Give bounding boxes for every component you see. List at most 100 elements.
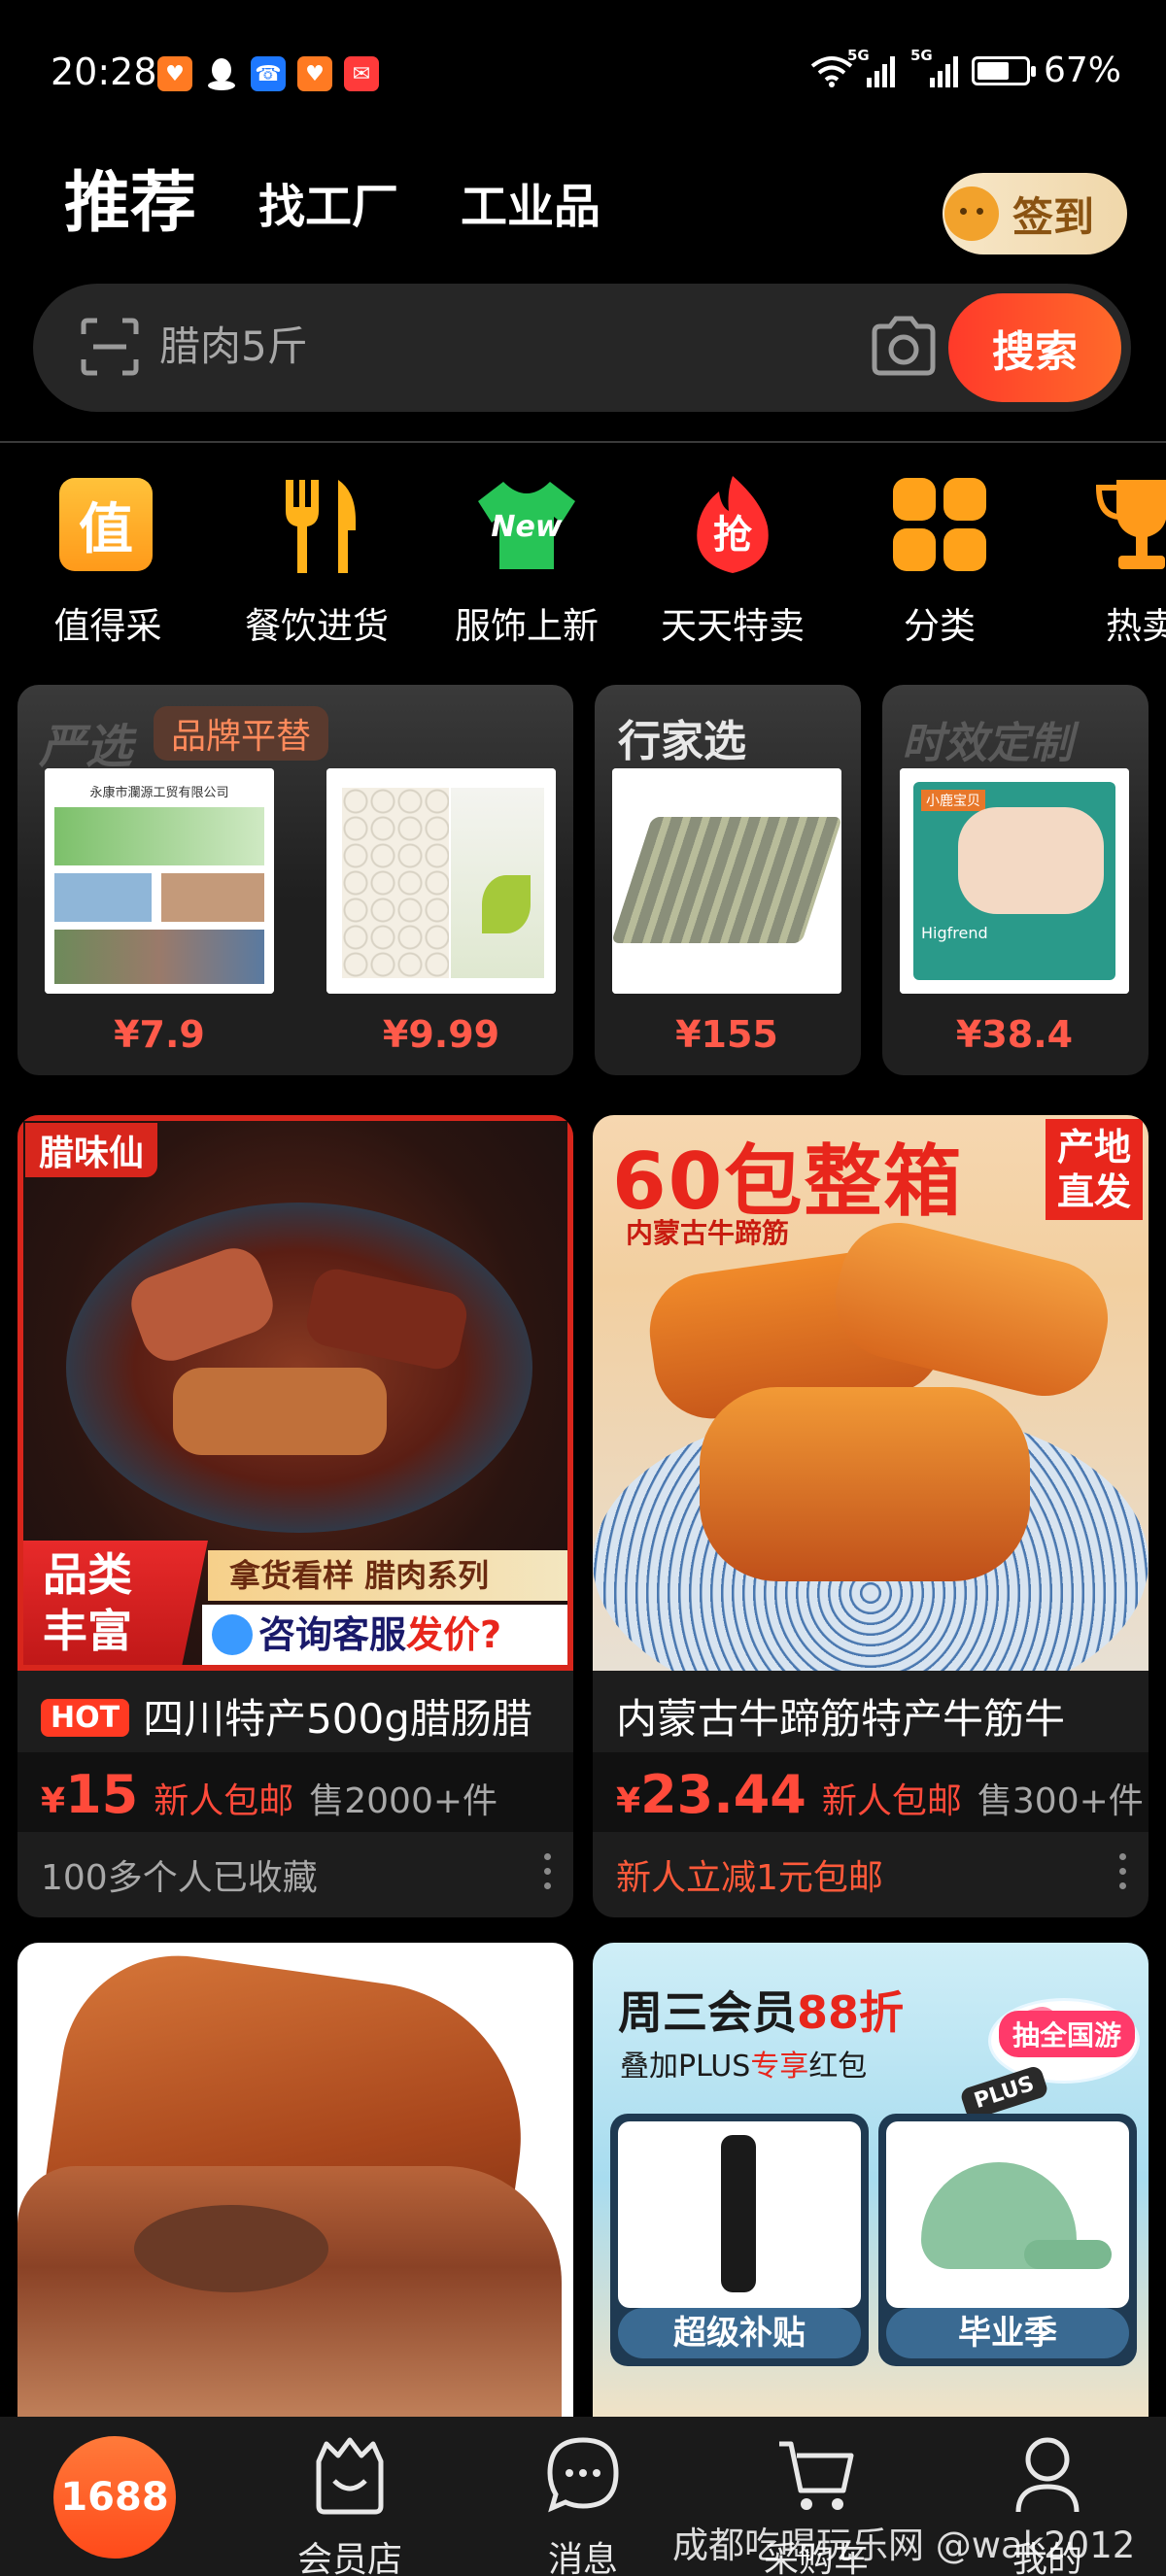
profile-icon: [1015, 2437, 1080, 2513]
promo-ghost-title: 严选: [39, 720, 133, 774]
category-label: 服饰上新: [455, 605, 599, 647]
signal-icon-1: 5G: [847, 47, 895, 87]
category-hot-sale[interactable]: 热卖: [1049, 466, 1166, 649]
camera-icon[interactable]: [867, 313, 941, 381]
value-icon: 值: [55, 472, 160, 577]
taobao-notification-icon-2: ♥: [297, 56, 332, 91]
status-time: 20:28: [51, 51, 157, 93]
nav-label: 会员店: [296, 2540, 402, 2576]
product-price: ¥15: [41, 1764, 139, 1825]
category-grid-icon: [887, 472, 992, 577]
watermark: 成都吃喝玩乐网 @wak2012: [672, 2525, 1136, 2566]
promo-price-3: ¥155: [675, 1013, 778, 1056]
promo-ghost-title: 时效定制: [902, 719, 1073, 768]
category-label: 餐饮进货: [245, 605, 389, 647]
promo-card-expert[interactable]: 行家选 ¥155: [595, 685, 861, 1075]
favorites-count: 100多个人已收藏: [41, 1858, 318, 1898]
promo-image-tissue[interactable]: [326, 768, 556, 994]
category-label: 天天特卖: [661, 605, 805, 647]
product-corner-badge: 产地 直发: [1046, 1119, 1143, 1220]
category-row: 值 值得采 餐饮进货 New 服饰上新 抢 天天特卖 分类 热卖: [0, 466, 1166, 651]
category-new-apparel[interactable]: New 服饰上新: [434, 466, 619, 649]
taobao-notification-icon: ♥: [157, 56, 192, 91]
promo-item-subsidy[interactable]: 超级补贴: [610, 2114, 869, 2366]
product-banner-right-2: 咨询客服发价?: [202, 1605, 567, 1665]
search-bar: 腊肉5斤 搜索: [33, 284, 1131, 412]
qq-notification-icon: [204, 56, 239, 91]
promo-image-goods[interactable]: [612, 768, 841, 994]
travel-badge: 抽全国游: [999, 2011, 1136, 2057]
search-input[interactable]: 腊肉5斤: [159, 313, 645, 381]
promo-badge: 品牌平替: [154, 706, 329, 761]
search-button[interactable]: 搜索: [948, 293, 1121, 402]
product-subheadline: 内蒙古牛蹄筋: [626, 1217, 790, 1249]
more-options-icon[interactable]: [544, 1853, 554, 1892]
category-label: 分类: [904, 605, 976, 647]
battery-icon: [971, 55, 1036, 85]
trophy-icon: [1089, 472, 1166, 577]
top-tabs: 推荐 找工厂 工业品: [64, 171, 600, 249]
status-bar: 20:28 ♥ ☎ ♥ ✉ 5G 5G 67%: [0, 0, 1166, 146]
promo-price-4: ¥38.4: [955, 1013, 1074, 1056]
product-card-beef-tendon[interactable]: 60包整箱 产地 直发 内蒙古牛蹄筋 内蒙古牛蹄筋特产牛筋牛 ¥23.44 新人包…: [593, 1115, 1149, 1917]
message-icon: [547, 2437, 619, 2513]
new-shirt-icon: New: [474, 472, 579, 577]
category-value-pick[interactable]: 值 值得采: [16, 466, 200, 649]
status-right: 5G 5G 67%: [810, 47, 1121, 90]
svg-text:New: New: [491, 510, 562, 544]
shipping-tag: 新人包邮: [821, 1781, 962, 1821]
scan-icon[interactable]: [80, 317, 140, 377]
flash-sale-icon: 抢: [680, 472, 785, 577]
tab-industrial[interactable]: 工业品: [461, 182, 600, 237]
category-catering[interactable]: 餐饮进货: [224, 466, 409, 649]
signin-button[interactable]: 签到: [943, 173, 1127, 254]
product-banner-right-1: 拿货看样 腊肉系列: [208, 1550, 567, 1601]
promo-card-brand[interactable]: 严选 品牌平替 永康市瀾源工贸有限公司 ¥7.9 ¥9.99: [17, 685, 573, 1075]
header-divider: [0, 441, 1166, 443]
promo-headline: 周三会员88折: [618, 1986, 905, 2039]
product-card-pork-hock[interactable]: [17, 1943, 573, 2417]
promo-image-diapers[interactable]: 小鹿宝贝 Higfrend: [900, 768, 1129, 994]
more-options-icon[interactable]: [1119, 1853, 1129, 1892]
signin-label: 签到: [1012, 192, 1095, 241]
tab-recommend[interactable]: 推荐: [64, 171, 201, 249]
mail-notification-icon: ✉: [344, 56, 379, 91]
telecom-notification-icon: ☎: [251, 56, 286, 91]
tab-find-factory[interactable]: 找工厂: [258, 182, 398, 237]
price-row: ¥15 新人包邮 售2000+件: [17, 1752, 573, 1832]
product-image[interactable]: 60包整箱 产地 直发 内蒙古牛蹄筋: [593, 1115, 1149, 1671]
product-price: ¥23.44: [616, 1764, 806, 1825]
product-image[interactable]: 腊味仙 品类 丰富 拿货看样 腊肉系列 咨询客服发价?: [17, 1115, 573, 1671]
category-label: 值得采: [53, 605, 162, 647]
cart-icon: [779, 2441, 854, 2510]
promo-title: 行家选: [618, 717, 746, 766]
product-brand: 腊味仙: [25, 1123, 158, 1177]
price-row: ¥23.44 新人包邮 售300+件: [593, 1752, 1149, 1832]
sold-count: 售2000+件: [309, 1781, 498, 1821]
category-all[interactable]: 分类: [847, 466, 1032, 649]
fork-knife-icon: [264, 472, 369, 577]
discount-note: 新人立减1元包邮: [616, 1858, 883, 1898]
category-daily-sale[interactable]: 抢 天天特卖: [640, 466, 825, 649]
product-title[interactable]: 内蒙古牛蹄筋特产牛筋牛: [616, 1686, 1141, 1746]
category-label: 热卖: [1106, 605, 1166, 647]
battery-fill: [977, 61, 1009, 80]
hot-tag: HOT: [41, 1699, 130, 1737]
product-image[interactable]: [17, 1943, 573, 2417]
product-image[interactable]: 周三会员88折 叠加PLUS专享红包 抽全国游 PLUS 超级补贴 毕业季: [593, 1943, 1149, 2417]
nav-label: 消息: [547, 2540, 618, 2576]
notification-icons: ♥ ☎ ♥ ✉: [157, 56, 379, 91]
promo-card-custom[interactable]: 时效定制 小鹿宝贝 Higfrend ¥38.4: [882, 685, 1149, 1075]
signal-icon-2: 5G: [910, 47, 958, 87]
signin-mascot-icon: [944, 186, 999, 241]
product-title[interactable]: HOT 四川特产500g腊肠腊: [41, 1686, 566, 1746]
battery-percent: 67%: [1043, 51, 1121, 90]
promo-image-company[interactable]: 永康市瀾源工贸有限公司: [45, 768, 274, 994]
product-banner-left: 品类 丰富: [23, 1541, 208, 1665]
shipping-tag: 新人包邮: [154, 1781, 294, 1821]
product-card-cured-meat[interactable]: 腊味仙 品类 丰富 拿货看样 腊肉系列 咨询客服发价? HOT 四川特产500g腊…: [17, 1115, 573, 1917]
shopping-bag-icon: [316, 2437, 384, 2515]
product-card-member-promo[interactable]: 周三会员88折 叠加PLUS专享红包 抽全国游 PLUS 超级补贴 毕业季: [593, 1943, 1149, 2417]
promo-item-graduation[interactable]: 毕业季: [878, 2114, 1137, 2366]
promo-subline: 叠加PLUS专享红包: [620, 2050, 868, 2084]
